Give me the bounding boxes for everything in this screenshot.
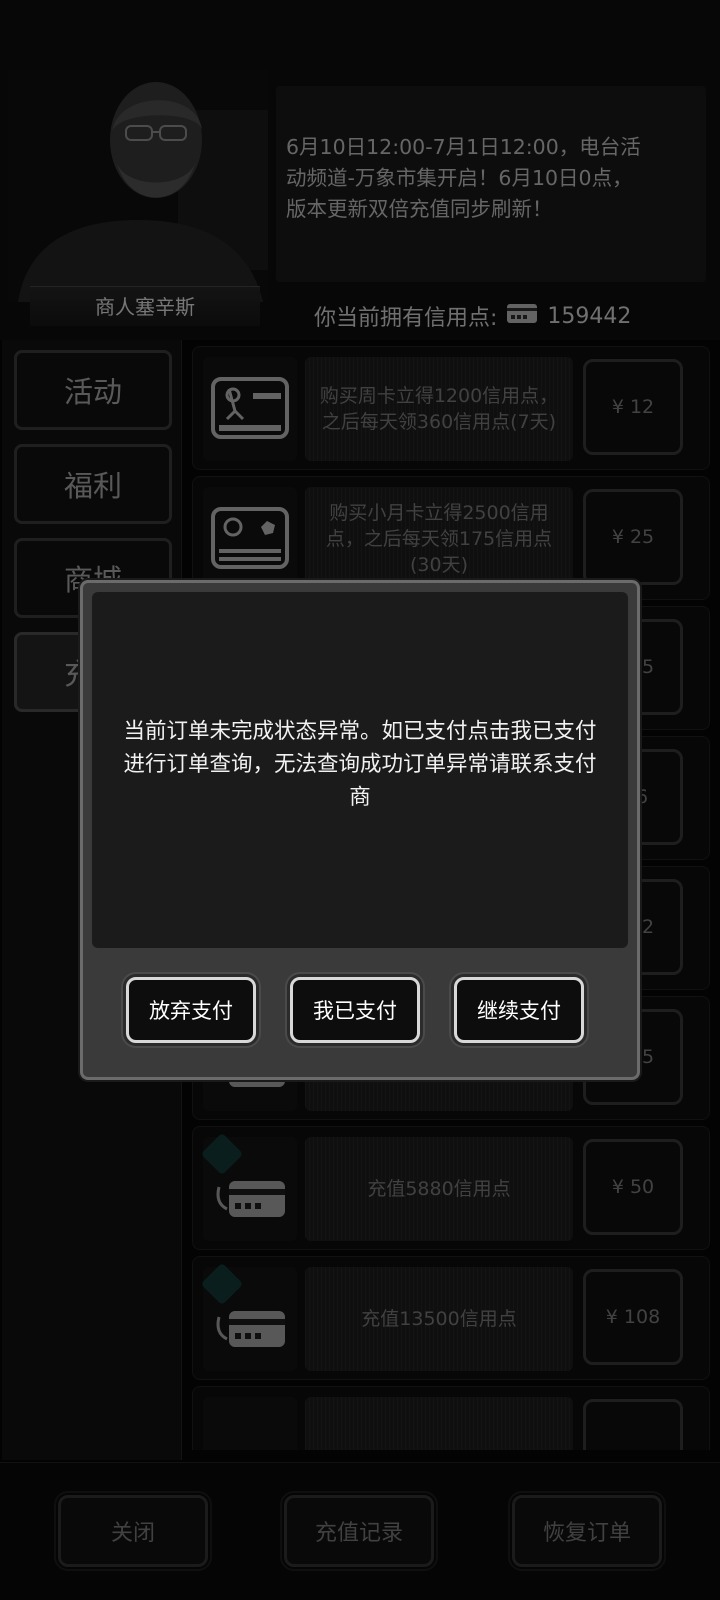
already-paid-button[interactable]: 我已支付: [290, 977, 420, 1043]
dialog-body: 当前订单未完成状态异常。如已支付点击我已支付进行订单查询，无法查询成功订单异常请…: [92, 592, 628, 948]
dialog-message: 当前订单未完成状态异常。如已支付点击我已支付进行订单查询，无法查询成功订单异常请…: [123, 718, 597, 810]
abandon-payment-button[interactable]: 放弃支付: [126, 977, 256, 1043]
continue-payment-button[interactable]: 继续支付: [454, 977, 584, 1043]
payment-status-dialog: 当前订单未完成状态异常。如已支付点击我已支付进行订单查询，无法查询成功订单异常请…: [80, 580, 640, 1080]
